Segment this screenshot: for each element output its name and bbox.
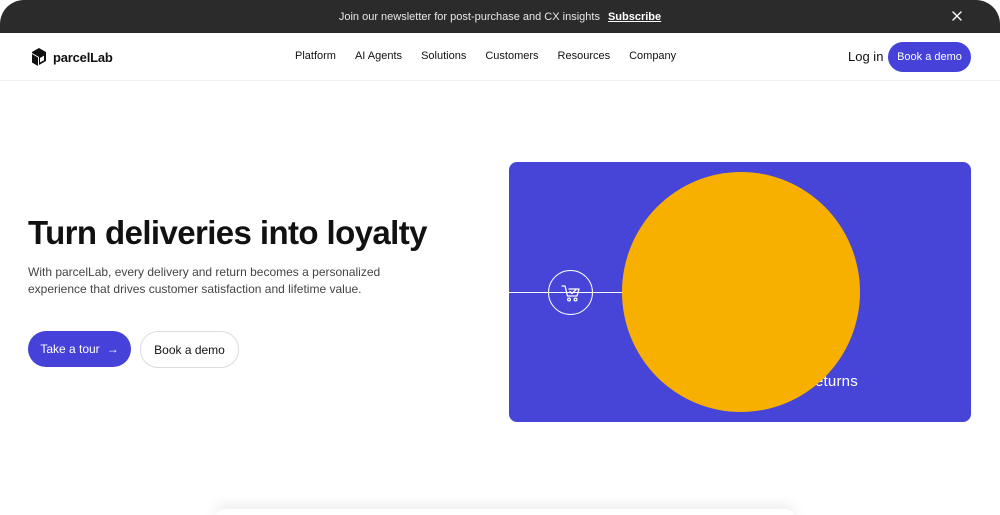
shopping-cart-icon xyxy=(560,284,580,302)
nav-item-ai-agents[interactable]: AI Agents xyxy=(355,50,402,62)
book-demo-nav-button[interactable]: Book a demo xyxy=(888,42,971,72)
cart-badge xyxy=(548,270,593,315)
nav-menu: Platform AI Agents Solutions Customers R… xyxy=(295,50,695,62)
parcellab-logo-icon xyxy=(32,48,46,66)
subscribe-link[interactable]: Subscribe xyxy=(608,11,661,23)
page-frame: Join our newsletter for post-purchase an… xyxy=(0,0,1000,515)
login-link[interactable]: Log in xyxy=(848,49,883,64)
announcement-bar: Join our newsletter for post-purchase an… xyxy=(0,0,1000,33)
logo-wordmark: parcelLab xyxy=(53,49,113,65)
nav-item-solutions[interactable]: Solutions xyxy=(421,50,466,62)
nav-item-company[interactable]: Company xyxy=(629,50,676,62)
hero-title: Turn deliveries into loyalty xyxy=(28,214,427,251)
book-demo-button[interactable]: Book a demo xyxy=(140,331,239,368)
nav-item-resources[interactable]: Resources xyxy=(558,50,611,62)
take-tour-button[interactable]: Take a tour → xyxy=(28,331,131,367)
take-tour-label: Take a tour xyxy=(40,342,100,356)
nav-item-customers[interactable]: Customers xyxy=(485,50,538,62)
animated-circle xyxy=(622,172,860,412)
logo[interactable]: parcelLab xyxy=(30,47,113,67)
nav-item-platform[interactable]: Platform xyxy=(295,50,336,62)
announcement-message: Join our newsletter for post-purchase an… xyxy=(338,10,600,23)
next-section-card xyxy=(215,509,795,515)
main-nav: parcelLab Platform AI Agents Solutions C… xyxy=(0,33,1000,81)
arrow-right-icon: → xyxy=(106,342,119,356)
hero-visual: eturns xyxy=(509,162,971,422)
hero-description: With parcelLab, every delivery and retur… xyxy=(28,265,381,296)
close-icon[interactable] xyxy=(948,7,966,25)
